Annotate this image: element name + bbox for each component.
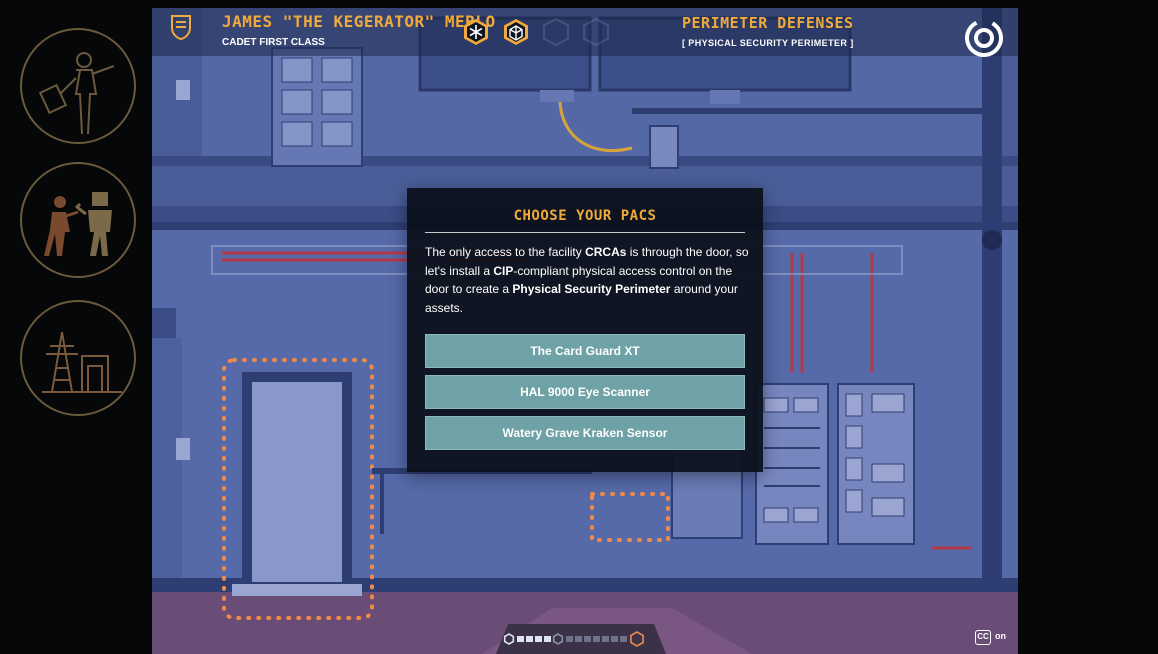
player-name: JAMES "THE KEGERATOR" MERLO (222, 12, 496, 31)
progress-segment-remaining (593, 636, 600, 642)
dialog-title: CHOOSE YOUR PACS (513, 208, 657, 224)
person-vs-robot-icon (44, 192, 112, 256)
chapter-1-button[interactable] (20, 28, 136, 144)
progress-segment-complete (535, 636, 542, 642)
progress-segment-complete (526, 636, 533, 642)
snowflake-badge-icon[interactable] (462, 18, 490, 46)
cc-state-label: on (995, 631, 1006, 641)
level-subtitle: [ PHYSICAL SECURITY PERIMETER ] (682, 38, 854, 48)
chapter-2-button[interactable] (20, 162, 136, 278)
progress-segment-remaining (584, 636, 591, 642)
choose-pacs-dialog: CHOOSE YOUR PACS The only access to the … (407, 188, 763, 472)
progress-segment-remaining (575, 636, 582, 642)
body-term-crcas: CRCAs (585, 245, 627, 259)
inspector-clipboard-icon (38, 52, 115, 135)
cube-badge-icon[interactable] (502, 18, 530, 46)
body-text: The only access to the facility (425, 245, 586, 259)
progress-segment-remaining (566, 636, 573, 642)
body-term-psp: Physical Security Perimeter (512, 282, 671, 296)
progress-segment-remaining (611, 636, 618, 642)
level-title: PERIMETER DEFENSES (682, 14, 854, 32)
dialog-divider (425, 232, 745, 233)
player-rank: CADET FIRST CLASS (222, 37, 325, 48)
menu-target-icon[interactable] (963, 17, 1005, 59)
cc-icon: CC (975, 630, 991, 645)
level-progress-indicator (496, 624, 666, 654)
progress-segment-remaining (602, 636, 609, 642)
progress-segment-complete (544, 636, 551, 642)
locked-badge-icon (583, 18, 609, 46)
progress-segment-remaining (620, 636, 627, 642)
watery-grave-kraken-sensor-button[interactable]: Watery Grave Kraken Sensor (425, 416, 745, 450)
progress-segment-complete (517, 636, 524, 642)
body-term-cip: CIP (493, 263, 514, 278)
dialog-body: The only access to the facility CRCAs is… (425, 243, 749, 317)
cadet-badge-icon (171, 15, 191, 40)
chapter-3-button[interactable] (20, 300, 136, 416)
card-guard-xt-button[interactable]: The Card Guard XT (425, 334, 745, 368)
hal-9000-eye-scanner-button[interactable]: HAL 9000 Eye Scanner (425, 375, 745, 409)
locked-badge-icon (543, 18, 569, 46)
power-tower-substation-icon (42, 331, 122, 393)
chapter-strip (0, 0, 152, 654)
game-stage: JAMES "THE KEGERATOR" MERLO CADET FIRST … (0, 0, 1158, 654)
